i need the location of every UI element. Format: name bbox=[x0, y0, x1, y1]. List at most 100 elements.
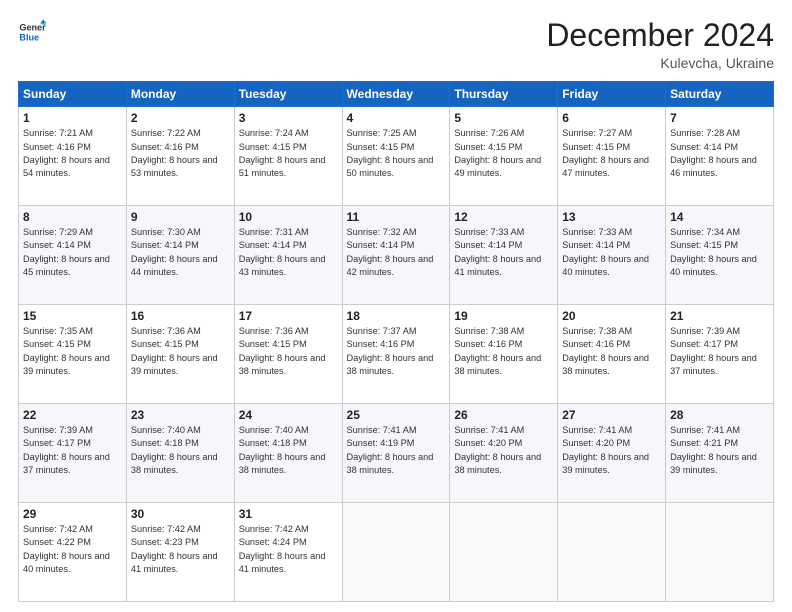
day-number: 24 bbox=[239, 408, 338, 422]
calendar-cell: 3 Sunrise: 7:24 AM Sunset: 4:15 PM Dayli… bbox=[234, 107, 342, 206]
calendar-week-row: 22 Sunrise: 7:39 AM Sunset: 4:17 PM Dayl… bbox=[19, 404, 774, 503]
title-block: December 2024 Kulevcha, Ukraine bbox=[546, 18, 774, 71]
calendar-cell: 30 Sunrise: 7:42 AM Sunset: 4:23 PM Dayl… bbox=[126, 503, 234, 602]
calendar-week-row: 8 Sunrise: 7:29 AM Sunset: 4:14 PM Dayli… bbox=[19, 206, 774, 305]
day-info: Sunrise: 7:34 AM Sunset: 4:15 PM Dayligh… bbox=[670, 226, 769, 279]
day-info: Sunrise: 7:27 AM Sunset: 4:15 PM Dayligh… bbox=[562, 127, 661, 180]
calendar-week-row: 15 Sunrise: 7:35 AM Sunset: 4:15 PM Dayl… bbox=[19, 305, 774, 404]
calendar-cell: 20 Sunrise: 7:38 AM Sunset: 4:16 PM Dayl… bbox=[558, 305, 666, 404]
calendar-cell: 17 Sunrise: 7:36 AM Sunset: 4:15 PM Dayl… bbox=[234, 305, 342, 404]
day-number: 15 bbox=[23, 309, 122, 323]
calendar-header-thursday: Thursday bbox=[450, 82, 558, 107]
day-info: Sunrise: 7:32 AM Sunset: 4:14 PM Dayligh… bbox=[347, 226, 446, 279]
calendar-cell: 24 Sunrise: 7:40 AM Sunset: 4:18 PM Dayl… bbox=[234, 404, 342, 503]
calendar-cell: 26 Sunrise: 7:41 AM Sunset: 4:20 PM Dayl… bbox=[450, 404, 558, 503]
day-number: 18 bbox=[347, 309, 446, 323]
day-info: Sunrise: 7:33 AM Sunset: 4:14 PM Dayligh… bbox=[454, 226, 553, 279]
calendar-cell: 7 Sunrise: 7:28 AM Sunset: 4:14 PM Dayli… bbox=[666, 107, 774, 206]
calendar-header-monday: Monday bbox=[126, 82, 234, 107]
calendar-cell: 25 Sunrise: 7:41 AM Sunset: 4:19 PM Dayl… bbox=[342, 404, 450, 503]
day-info: Sunrise: 7:41 AM Sunset: 4:21 PM Dayligh… bbox=[670, 424, 769, 477]
day-number: 3 bbox=[239, 111, 338, 125]
calendar-cell: 13 Sunrise: 7:33 AM Sunset: 4:14 PM Dayl… bbox=[558, 206, 666, 305]
calendar-header-wednesday: Wednesday bbox=[342, 82, 450, 107]
day-number: 11 bbox=[347, 210, 446, 224]
day-info: Sunrise: 7:28 AM Sunset: 4:14 PM Dayligh… bbox=[670, 127, 769, 180]
calendar-cell bbox=[342, 503, 450, 602]
calendar-cell: 1 Sunrise: 7:21 AM Sunset: 4:16 PM Dayli… bbox=[19, 107, 127, 206]
day-number: 7 bbox=[670, 111, 769, 125]
calendar-header-sunday: Sunday bbox=[19, 82, 127, 107]
day-info: Sunrise: 7:35 AM Sunset: 4:15 PM Dayligh… bbox=[23, 325, 122, 378]
day-number: 5 bbox=[454, 111, 553, 125]
day-number: 4 bbox=[347, 111, 446, 125]
calendar-cell: 28 Sunrise: 7:41 AM Sunset: 4:21 PM Dayl… bbox=[666, 404, 774, 503]
day-number: 20 bbox=[562, 309, 661, 323]
calendar-cell: 19 Sunrise: 7:38 AM Sunset: 4:16 PM Dayl… bbox=[450, 305, 558, 404]
day-info: Sunrise: 7:41 AM Sunset: 4:20 PM Dayligh… bbox=[562, 424, 661, 477]
day-info: Sunrise: 7:26 AM Sunset: 4:15 PM Dayligh… bbox=[454, 127, 553, 180]
calendar-cell: 22 Sunrise: 7:39 AM Sunset: 4:17 PM Dayl… bbox=[19, 404, 127, 503]
calendar-cell: 9 Sunrise: 7:30 AM Sunset: 4:14 PM Dayli… bbox=[126, 206, 234, 305]
day-info: Sunrise: 7:42 AM Sunset: 4:22 PM Dayligh… bbox=[23, 523, 122, 576]
day-number: 13 bbox=[562, 210, 661, 224]
calendar-table: SundayMondayTuesdayWednesdayThursdayFrid… bbox=[18, 81, 774, 602]
day-number: 27 bbox=[562, 408, 661, 422]
day-info: Sunrise: 7:38 AM Sunset: 4:16 PM Dayligh… bbox=[454, 325, 553, 378]
day-number: 25 bbox=[347, 408, 446, 422]
day-info: Sunrise: 7:36 AM Sunset: 4:15 PM Dayligh… bbox=[131, 325, 230, 378]
calendar-week-row: 29 Sunrise: 7:42 AM Sunset: 4:22 PM Dayl… bbox=[19, 503, 774, 602]
calendar-cell: 18 Sunrise: 7:37 AM Sunset: 4:16 PM Dayl… bbox=[342, 305, 450, 404]
calendar-header-tuesday: Tuesday bbox=[234, 82, 342, 107]
calendar-cell: 27 Sunrise: 7:41 AM Sunset: 4:20 PM Dayl… bbox=[558, 404, 666, 503]
day-number: 17 bbox=[239, 309, 338, 323]
calendar-header-row: SundayMondayTuesdayWednesdayThursdayFrid… bbox=[19, 82, 774, 107]
day-number: 8 bbox=[23, 210, 122, 224]
day-info: Sunrise: 7:25 AM Sunset: 4:15 PM Dayligh… bbox=[347, 127, 446, 180]
day-number: 29 bbox=[23, 507, 122, 521]
day-number: 31 bbox=[239, 507, 338, 521]
calendar-cell: 15 Sunrise: 7:35 AM Sunset: 4:15 PM Dayl… bbox=[19, 305, 127, 404]
day-info: Sunrise: 7:29 AM Sunset: 4:14 PM Dayligh… bbox=[23, 226, 122, 279]
page: General Blue December 2024 Kulevcha, Ukr… bbox=[0, 0, 792, 612]
day-number: 1 bbox=[23, 111, 122, 125]
day-info: Sunrise: 7:42 AM Sunset: 4:23 PM Dayligh… bbox=[131, 523, 230, 576]
day-info: Sunrise: 7:37 AM Sunset: 4:16 PM Dayligh… bbox=[347, 325, 446, 378]
day-info: Sunrise: 7:30 AM Sunset: 4:14 PM Dayligh… bbox=[131, 226, 230, 279]
logo: General Blue bbox=[18, 18, 46, 46]
day-number: 10 bbox=[239, 210, 338, 224]
calendar-cell: 12 Sunrise: 7:33 AM Sunset: 4:14 PM Dayl… bbox=[450, 206, 558, 305]
calendar-cell: 4 Sunrise: 7:25 AM Sunset: 4:15 PM Dayli… bbox=[342, 107, 450, 206]
calendar-cell: 10 Sunrise: 7:31 AM Sunset: 4:14 PM Dayl… bbox=[234, 206, 342, 305]
day-info: Sunrise: 7:21 AM Sunset: 4:16 PM Dayligh… bbox=[23, 127, 122, 180]
calendar-header-saturday: Saturday bbox=[666, 82, 774, 107]
svg-text:Blue: Blue bbox=[19, 32, 39, 42]
day-info: Sunrise: 7:31 AM Sunset: 4:14 PM Dayligh… bbox=[239, 226, 338, 279]
day-number: 28 bbox=[670, 408, 769, 422]
day-number: 12 bbox=[454, 210, 553, 224]
calendar-cell: 8 Sunrise: 7:29 AM Sunset: 4:14 PM Dayli… bbox=[19, 206, 127, 305]
calendar-cell: 21 Sunrise: 7:39 AM Sunset: 4:17 PM Dayl… bbox=[666, 305, 774, 404]
day-number: 22 bbox=[23, 408, 122, 422]
calendar-cell: 11 Sunrise: 7:32 AM Sunset: 4:14 PM Dayl… bbox=[342, 206, 450, 305]
day-number: 16 bbox=[131, 309, 230, 323]
calendar-week-row: 1 Sunrise: 7:21 AM Sunset: 4:16 PM Dayli… bbox=[19, 107, 774, 206]
day-info: Sunrise: 7:38 AM Sunset: 4:16 PM Dayligh… bbox=[562, 325, 661, 378]
logo-icon: General Blue bbox=[18, 18, 46, 46]
calendar-cell bbox=[450, 503, 558, 602]
day-info: Sunrise: 7:33 AM Sunset: 4:14 PM Dayligh… bbox=[562, 226, 661, 279]
header: General Blue December 2024 Kulevcha, Ukr… bbox=[18, 18, 774, 71]
calendar-cell bbox=[558, 503, 666, 602]
day-number: 21 bbox=[670, 309, 769, 323]
day-number: 6 bbox=[562, 111, 661, 125]
day-number: 14 bbox=[670, 210, 769, 224]
calendar-cell: 23 Sunrise: 7:40 AM Sunset: 4:18 PM Dayl… bbox=[126, 404, 234, 503]
calendar-cell: 6 Sunrise: 7:27 AM Sunset: 4:15 PM Dayli… bbox=[558, 107, 666, 206]
day-number: 19 bbox=[454, 309, 553, 323]
day-number: 23 bbox=[131, 408, 230, 422]
day-info: Sunrise: 7:40 AM Sunset: 4:18 PM Dayligh… bbox=[239, 424, 338, 477]
svg-text:General: General bbox=[19, 23, 46, 33]
day-info: Sunrise: 7:39 AM Sunset: 4:17 PM Dayligh… bbox=[23, 424, 122, 477]
location: Kulevcha, Ukraine bbox=[546, 55, 774, 71]
day-info: Sunrise: 7:40 AM Sunset: 4:18 PM Dayligh… bbox=[131, 424, 230, 477]
